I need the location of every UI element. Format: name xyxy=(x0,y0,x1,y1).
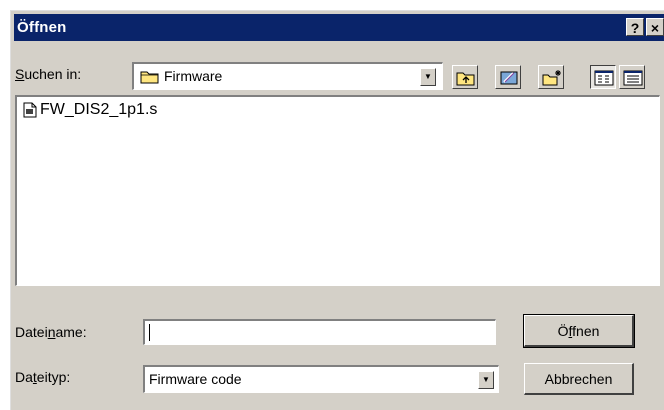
filename-input[interactable] xyxy=(143,319,496,345)
folder-icon xyxy=(140,71,159,84)
cancel-button[interactable]: Abbrechen xyxy=(524,363,634,395)
up-folder-button[interactable] xyxy=(452,65,478,89)
text-cursor xyxy=(149,324,150,341)
desktop-icon xyxy=(500,71,518,85)
details-view-button[interactable] xyxy=(619,65,645,89)
list-item[interactable]: FW_DIS2_1p1.s xyxy=(23,101,157,119)
close-button[interactable]: × xyxy=(646,18,664,36)
new-folder-icon xyxy=(542,70,561,86)
filename-label: Dateiname: xyxy=(15,324,87,340)
look-in-label: Suchen in: xyxy=(15,66,82,82)
open-file-dialog: Öffnen ? × Suchen in: Firmware ▼ FW_DIS2… xyxy=(10,10,664,410)
look-in-value: Firmware xyxy=(164,68,223,84)
list-view-icon xyxy=(594,70,614,86)
filetype-combobox[interactable]: Firmware code ▼ xyxy=(143,365,499,393)
title-bar[interactable]: Öffnen ? × xyxy=(14,14,664,41)
look-in-dropdown-button[interactable]: ▼ xyxy=(420,68,436,86)
filetype-dropdown-button[interactable]: ▼ xyxy=(478,371,494,389)
new-folder-button[interactable] xyxy=(538,65,564,89)
dialog-title: Öffnen xyxy=(17,19,67,36)
file-icon xyxy=(23,102,37,118)
help-button[interactable]: ? xyxy=(626,18,644,36)
desktop-button[interactable] xyxy=(495,65,521,89)
up-folder-icon xyxy=(456,72,475,86)
file-name: FW_DIS2_1p1.s xyxy=(40,101,158,118)
details-view-icon xyxy=(623,70,643,86)
filetype-label: Dateityp: xyxy=(15,369,71,385)
file-list[interactable]: FW_DIS2_1p1.s xyxy=(15,95,660,286)
list-view-button[interactable] xyxy=(590,65,616,89)
open-button[interactable]: Öffnen xyxy=(523,314,635,348)
filetype-value: Firmware code xyxy=(149,371,242,387)
look-in-combobox[interactable]: Firmware ▼ xyxy=(132,62,443,90)
